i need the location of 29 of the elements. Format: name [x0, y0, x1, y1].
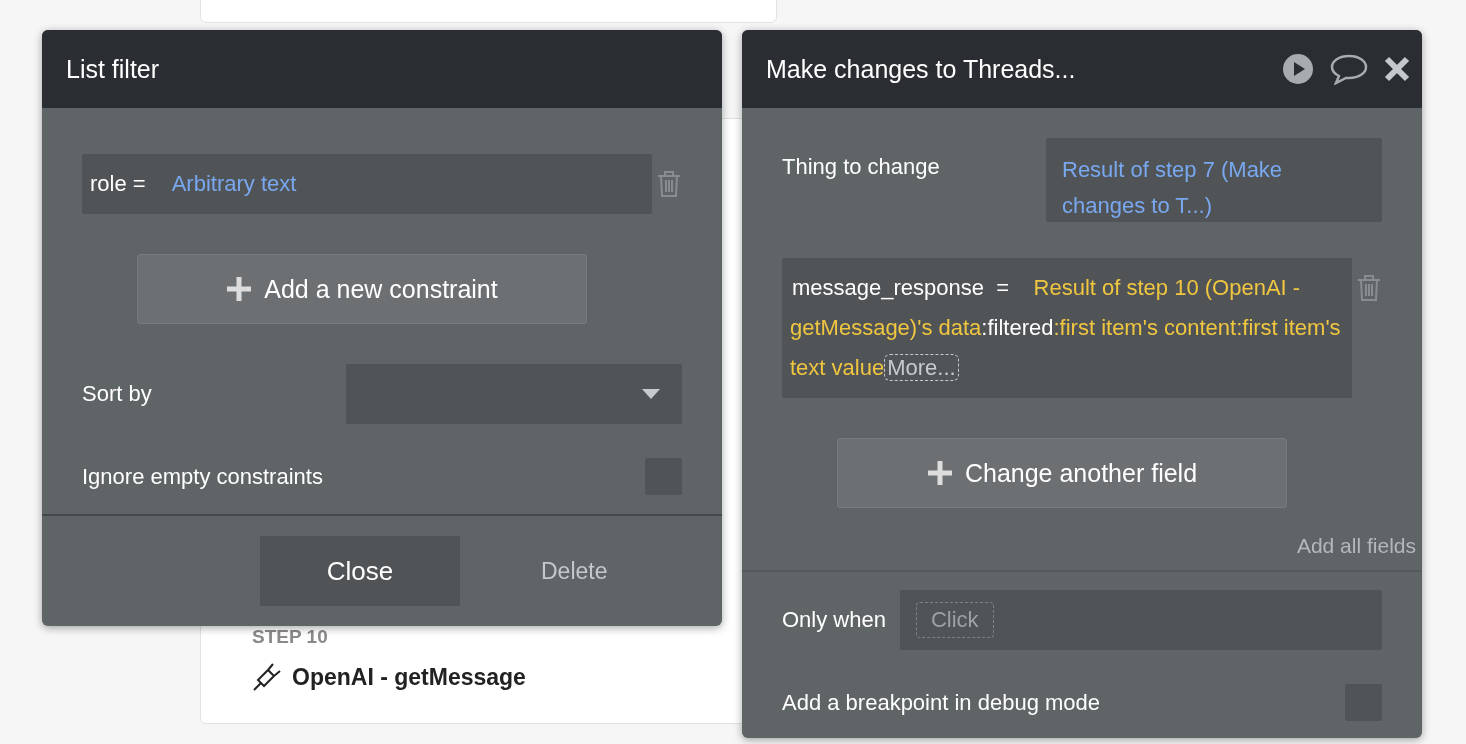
dialog-title: Make changes to Threads...: [766, 54, 1076, 84]
caret-icon: [642, 389, 660, 399]
dialog-title: List filter: [66, 54, 160, 84]
close-icon[interactable]: [1384, 56, 1410, 82]
breakpoint-label: Add a breakpoint in debug mode: [782, 689, 1100, 716]
delete-button[interactable]: Delete: [535, 556, 614, 586]
add-constraint-button[interactable]: Add a new constraint: [137, 254, 587, 324]
play-icon[interactable]: [1282, 53, 1314, 85]
close-button[interactable]: Close: [260, 536, 460, 606]
add-all-fields-link[interactable]: Add all fields: [1296, 534, 1416, 558]
ignore-empty-label: Ignore empty constraints: [82, 463, 323, 490]
sort-by-label: Sort by: [82, 381, 152, 407]
sort-by-dropdown[interactable]: [346, 364, 682, 424]
constraint-field[interactable]: role = Arbitrary text: [82, 154, 652, 214]
thing-to-change-label: Thing to change: [782, 153, 940, 180]
plug-icon: [252, 662, 282, 692]
field-expression[interactable]: message_response = Result of step 10 (OpenAI - getMessage)'s data:filtered:first item's content:first item's text value More...: [782, 258, 1352, 398]
comment-icon[interactable]: [1330, 53, 1368, 85]
more-link[interactable]: More...: [884, 354, 959, 381]
change-field-button[interactable]: Change another field: [837, 438, 1287, 508]
trash-icon[interactable]: [1356, 274, 1382, 302]
trash-icon[interactable]: [656, 170, 682, 198]
step-title: OpenAI - getMessage: [292, 663, 526, 691]
condition-field[interactable]: Click: [899, 590, 1382, 650]
step-label: STEP 10: [252, 626, 329, 648]
plus-icon: [926, 460, 953, 486]
thing-to-change-field[interactable]: Result of step 7 (Make changes to T...): [1046, 138, 1382, 222]
plus-icon: [226, 276, 253, 302]
only-when-label: Only when: [782, 607, 886, 633]
